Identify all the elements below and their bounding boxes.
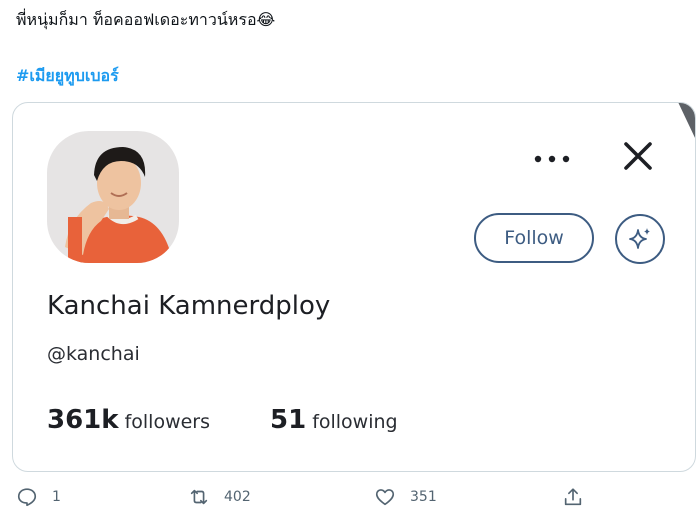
followers-label: followers — [124, 411, 211, 433]
tweet-text: พี่หนุ่มก็มา ท็อคออฟเดอะทาวน์หรอ😂 — [16, 10, 276, 29]
following-label: following — [312, 411, 398, 433]
retweet-button[interactable]: 402 — [188, 486, 251, 508]
profile-handle: @kanchai — [47, 343, 140, 365]
heart-icon — [375, 489, 395, 506]
reply-icon — [17, 488, 37, 507]
followers-stat[interactable]: 361k followers — [47, 405, 210, 435]
profile-name: Kanchai Kamnerdploy — [47, 291, 331, 321]
sparkle-button[interactable] — [615, 214, 665, 264]
more-options-icon[interactable] — [533, 149, 571, 169]
following-stat[interactable]: 51 following — [270, 405, 398, 435]
tweet-actions: 1 402 351 — [0, 486, 700, 520]
reply-count: 1 — [52, 489, 61, 505]
close-icon[interactable] — [621, 139, 655, 173]
share-icon — [564, 488, 582, 506]
like-count: 351 — [410, 489, 437, 505]
share-button[interactable] — [562, 486, 584, 508]
avatar[interactable] — [47, 131, 179, 263]
followers-count: 361k — [47, 405, 119, 435]
following-count: 51 — [270, 405, 307, 435]
retweet-count: 402 — [224, 489, 251, 505]
sparkle-icon — [629, 228, 650, 249]
follow-button[interactable]: Follow — [474, 213, 594, 263]
like-button[interactable]: 351 — [374, 486, 437, 508]
retweet-icon — [190, 489, 208, 505]
reply-button[interactable]: 1 — [16, 486, 61, 508]
profile-card-image[interactable]: Follow Kanchai Kamnerdploy @kanchai 361k… — [12, 102, 696, 472]
card-corner-shadow — [678, 103, 695, 140]
hashtag-link[interactable]: #เมียยูทูบเบอร์ — [16, 64, 119, 89]
